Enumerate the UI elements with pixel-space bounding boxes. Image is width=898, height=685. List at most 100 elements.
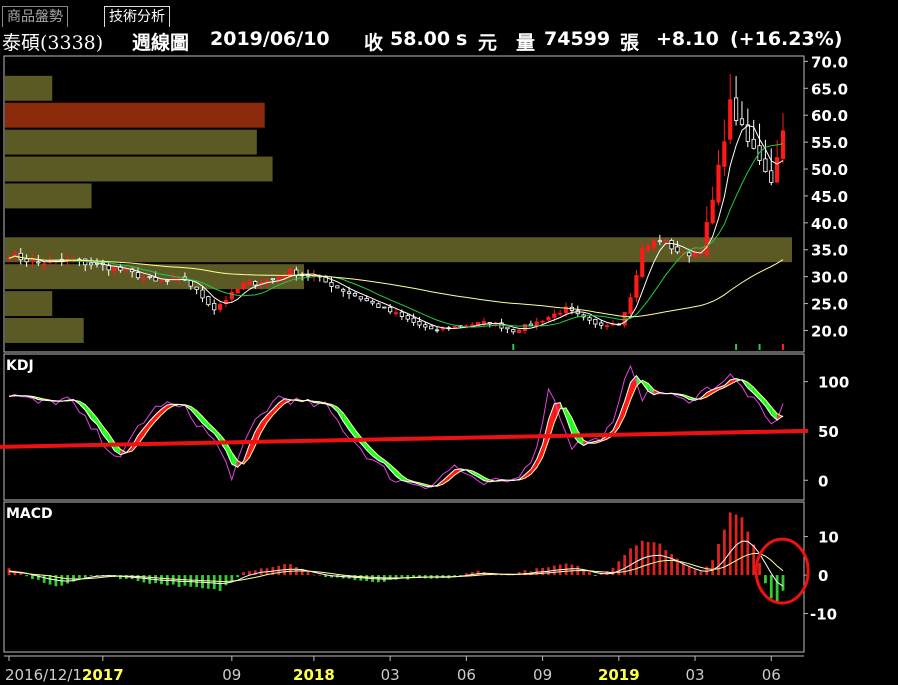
candle-body (282, 275, 287, 279)
candle-body (651, 240, 657, 248)
volume-profile-bar (5, 102, 265, 128)
x-tick-label: 03 (381, 666, 400, 684)
candle-body (235, 288, 240, 294)
x-tick-label: 06 (762, 666, 781, 684)
candle-body (423, 324, 428, 328)
candle-body (599, 322, 604, 326)
kd-fill (343, 413, 350, 430)
volume-profile-bar (5, 318, 84, 343)
price-tick-label: 65.0 (811, 80, 848, 98)
candle-body (511, 329, 516, 333)
price-frame (3, 55, 805, 353)
period-label: 週線圖 (132, 32, 190, 54)
candle-body (411, 317, 416, 323)
x-tick-label: 06 (457, 666, 476, 684)
candle-body (30, 259, 35, 263)
candle-body (733, 97, 739, 121)
macd-tick-label: 10 (818, 529, 839, 547)
kd-fill (91, 411, 97, 425)
macd-histogram-bar (681, 563, 685, 576)
candle-body (628, 297, 633, 314)
change-percent: (+16.23%) (730, 28, 843, 50)
candle-body (335, 285, 340, 289)
macd-histogram-bar (570, 564, 574, 576)
kdj-tick-label: 0 (818, 472, 828, 490)
kd-fill (108, 433, 115, 451)
change-value: +8.10 (656, 28, 719, 50)
macd-histogram-bar (382, 575, 386, 582)
candle-body (18, 252, 23, 261)
candle-body (294, 269, 299, 276)
candle-body (775, 157, 780, 183)
macd-histogram-bar (230, 575, 234, 581)
price-tick-label: 20.0 (811, 322, 848, 340)
macd-histogram-bar (77, 575, 81, 579)
candle-body (505, 326, 510, 330)
volume-profile-bar (5, 75, 53, 101)
candle-body (669, 240, 674, 250)
price-tick-label: 25.0 (811, 296, 848, 314)
macd-histogram-bar (464, 573, 468, 576)
candle-body (739, 118, 745, 125)
macd-histogram-bar (646, 541, 650, 576)
candle-body (382, 306, 387, 309)
candle-body (341, 288, 346, 292)
candle-body (112, 267, 117, 272)
price-tick-label: 45.0 (811, 188, 848, 206)
macd-histogram-bar (652, 542, 656, 576)
tab-market[interactable]: 商品盤勢 (2, 6, 68, 27)
price-tick-label: 70.0 (811, 54, 848, 71)
x-tick-label: 2016/12/12 (5, 666, 91, 684)
kdj-title: KDJ (6, 358, 34, 374)
macd-histogram-bar (740, 517, 744, 576)
macd-histogram-bar (775, 575, 779, 603)
kd-fill (349, 420, 355, 438)
macd-histogram-bar (670, 554, 673, 576)
kd-fill (149, 414, 156, 429)
volume-profile-bar (5, 156, 273, 182)
candle-body (604, 325, 610, 328)
price-tick-label: 50.0 (811, 161, 848, 179)
ma-short-line (8, 125, 784, 330)
macd-histogram-bar (711, 560, 715, 576)
macd-histogram-bar (769, 575, 773, 599)
candle-body (517, 329, 522, 333)
candle-body (663, 240, 668, 242)
candle-body (393, 312, 399, 315)
kd-fill (102, 425, 109, 442)
candle-body (646, 245, 651, 251)
candle-body (587, 317, 592, 321)
candle-body (206, 296, 211, 306)
macd-histogram-bar (236, 575, 240, 578)
stock-name: 泰碩(3338) (2, 32, 104, 54)
candle-body (270, 278, 275, 281)
candle-body (36, 261, 41, 264)
candle-body (6, 257, 12, 260)
macd-histogram-bar (758, 563, 761, 576)
macd-histogram-bar (25, 575, 28, 577)
candle-body (751, 138, 756, 149)
candle-body (247, 281, 252, 286)
candle-body (405, 315, 410, 320)
price-tick-label: 55.0 (811, 134, 848, 152)
volume-profile-bar (5, 291, 53, 317)
candle-body (546, 316, 551, 321)
macd-histogram-bar (605, 570, 609, 576)
macd-histogram-bar (89, 575, 93, 576)
candle-body (253, 281, 258, 286)
candle-body (780, 130, 786, 159)
macd-histogram-bar (746, 531, 750, 576)
macd-histogram-bar (242, 572, 245, 576)
macd-histogram-bar (658, 543, 662, 576)
price-tick-label: 40.0 (811, 215, 848, 233)
macd-histogram-bar (781, 575, 785, 591)
macd-histogram-bar (629, 548, 632, 576)
candle-body (329, 281, 334, 287)
candle-body (141, 277, 146, 280)
tab-technical-analysis[interactable]: 技術分析 (104, 6, 170, 27)
technical-chart[interactable]: 70.0 65.0 60.0 55.0 50.0 45.0 40.0 35.0 30.0 25.0… (0, 54, 898, 685)
candle-body (722, 141, 727, 167)
macd-tick-label: 0 (818, 567, 828, 585)
x-tick-label: 03 (685, 666, 704, 684)
price-tick-label: 30.0 (811, 269, 848, 287)
